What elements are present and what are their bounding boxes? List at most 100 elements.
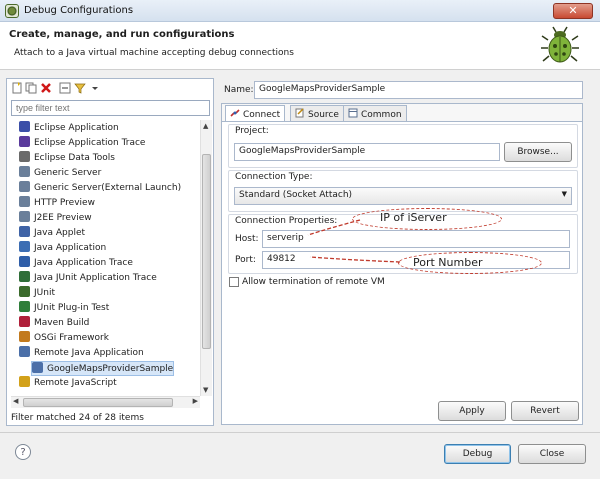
java-trace-icon <box>19 256 30 267</box>
data-tools-icon <box>19 151 30 162</box>
host-input[interactable]: serverip <box>262 230 570 248</box>
tree-item-label: JUnit Plug-in Test <box>34 303 110 313</box>
server-icon <box>19 181 30 192</box>
connection-type-label: Connection Type: <box>235 172 313 182</box>
tree-item[interactable]: JUnit <box>19 286 55 301</box>
connect-icon <box>230 109 240 117</box>
server-icon <box>19 196 30 207</box>
eclipse-trace-icon <box>19 136 30 147</box>
remote-js-icon <box>19 376 30 387</box>
browse-button[interactable]: Browse... <box>504 142 572 162</box>
source-icon <box>295 108 304 118</box>
tree-item[interactable]: Remote JavaScript <box>19 376 117 391</box>
scroll-up-arrow-icon[interactable]: ▲ <box>203 122 208 130</box>
ip-annotation: IP of iServer <box>380 211 447 224</box>
tree-item[interactable]: Java Applet <box>19 226 85 241</box>
tree-item[interactable]: Maven Build <box>19 316 89 331</box>
scroll-right-arrow-icon[interactable]: ▶ <box>193 397 198 405</box>
tree-item[interactable]: HTTP Preview <box>19 196 95 211</box>
junit-icon <box>19 286 30 297</box>
tree-item-label: J2EE Preview <box>34 213 92 223</box>
debug-button[interactable]: Debug <box>444 444 511 464</box>
tab-connect-label: Connect <box>243 110 281 120</box>
tree-item-label: Remote Java Application <box>34 348 144 358</box>
port-label: Port: <box>235 255 256 265</box>
tree-item[interactable]: Java Application Trace <box>19 256 133 271</box>
tree-horizontal-scrollbar[interactable]: ◀ ▶ <box>11 396 200 408</box>
delete-icon[interactable] <box>40 82 52 94</box>
common-icon <box>348 108 358 118</box>
port-annotation: Port Number <box>413 256 483 269</box>
remote-config-icon <box>32 362 43 373</box>
allow-termination-checkbox[interactable] <box>229 277 239 287</box>
tree-item[interactable]: Eclipse Data Tools <box>19 151 115 166</box>
connect-tab-content: Project: GoogleMapsProviderSample Browse… <box>222 121 582 424</box>
allow-termination-label: Allow termination of remote VM <box>242 277 385 287</box>
tree-item[interactable]: Remote Java Application <box>19 346 144 361</box>
header-title: Create, manage, and run configurations <box>9 29 235 40</box>
project-input[interactable]: GoogleMapsProviderSample <box>234 143 500 161</box>
server-icon <box>19 211 30 222</box>
tree-vertical-scroll-thumb[interactable] <box>202 154 211 349</box>
connection-type-value: Standard (Socket Attach) <box>239 190 353 200</box>
tree-item[interactable]: Java JUnit Application Trace <box>19 271 157 286</box>
maven-icon <box>19 316 30 327</box>
tree-item-label: Eclipse Data Tools <box>34 153 115 163</box>
tree-item-label: Eclipse Application Trace <box>34 138 146 148</box>
close-button[interactable]: Close <box>518 444 586 464</box>
window-title: Debug Configurations <box>24 5 134 16</box>
footer-divider <box>0 432 600 433</box>
junit-plugin-icon <box>19 301 30 312</box>
connection-type-select[interactable]: Standard (Socket Attach) ▼ <box>234 187 572 205</box>
osgi-icon <box>19 331 30 342</box>
tree-item[interactable]: OSGi Framework <box>19 331 109 346</box>
tab-source[interactable]: Source <box>290 105 344 121</box>
scroll-down-arrow-icon[interactable]: ▼ <box>203 386 208 394</box>
help-icon[interactable]: ? <box>15 444 31 460</box>
scroll-left-arrow-icon[interactable]: ◀ <box>13 397 18 405</box>
filter-icon[interactable] <box>74 82 86 94</box>
duplicate-icon[interactable] <box>25 82 37 94</box>
tree-item-label: JUnit <box>34 288 55 298</box>
junit-trace-icon <box>19 271 30 282</box>
tree-item-label: Java Application <box>34 243 107 253</box>
tree-item-label: Maven Build <box>34 318 90 328</box>
tree-item-label: Java Applet <box>34 228 86 238</box>
window-close-button[interactable]: ✕ <box>553 3 593 19</box>
tree-item-label: Generic Server <box>34 168 102 178</box>
revert-button[interactable]: Revert <box>511 401 579 421</box>
tree-item[interactable]: Generic Server <box>19 166 101 181</box>
tree-item[interactable]: J2EE Preview <box>19 211 92 226</box>
tree-item[interactable]: Java Application <box>19 241 106 256</box>
tree-item-label: Eclipse Application <box>34 123 119 133</box>
tree-item-label: Generic Server(External Launch) <box>34 183 182 193</box>
apply-button[interactable]: Apply <box>438 401 506 421</box>
name-label: Name: <box>224 85 254 95</box>
tree-item[interactable]: Eclipse Application Trace <box>19 136 145 151</box>
header-subtitle: Attach to a Java virtual machine accepti… <box>14 48 294 58</box>
tab-common-label: Common <box>361 110 402 120</box>
configuration-tree-panel: Eclipse Application Eclipse Application T… <box>6 78 214 426</box>
java-app-icon <box>19 241 30 252</box>
tree-vertical-scrollbar[interactable]: ▲ ▼ <box>200 120 212 396</box>
name-input[interactable]: GoogleMapsProviderSample <box>254 81 583 99</box>
tree-item[interactable]: GoogleMapsProviderSample <box>31 361 175 376</box>
debug-window-icon <box>5 4 19 18</box>
tree-horizontal-scroll-thumb[interactable] <box>23 398 173 407</box>
tab-connect[interactable]: Connect <box>225 105 286 122</box>
tree-item[interactable]: Eclipse Application <box>19 121 119 136</box>
tree-item[interactable]: JUnit Plug-in Test <box>19 301 109 316</box>
tab-common[interactable]: Common <box>343 105 407 121</box>
dialog-header: Create, manage, and run configurations A… <box>0 22 600 70</box>
filter-input[interactable] <box>11 100 210 116</box>
tree-item-label: GoogleMapsProviderSample <box>47 364 174 374</box>
new-config-icon[interactable] <box>11 82 23 94</box>
collapse-all-icon[interactable] <box>59 82 71 94</box>
view-menu-dropdown-icon[interactable] <box>89 82 101 94</box>
remote-java-icon <box>19 346 30 357</box>
tree-item-label: Remote JavaScript <box>34 378 117 388</box>
bug-icon <box>541 26 579 63</box>
project-label: Project: <box>235 126 269 136</box>
chevron-down-icon: ▼ <box>561 190 567 198</box>
tree-item[interactable]: Generic Server(External Launch) <box>19 181 181 196</box>
